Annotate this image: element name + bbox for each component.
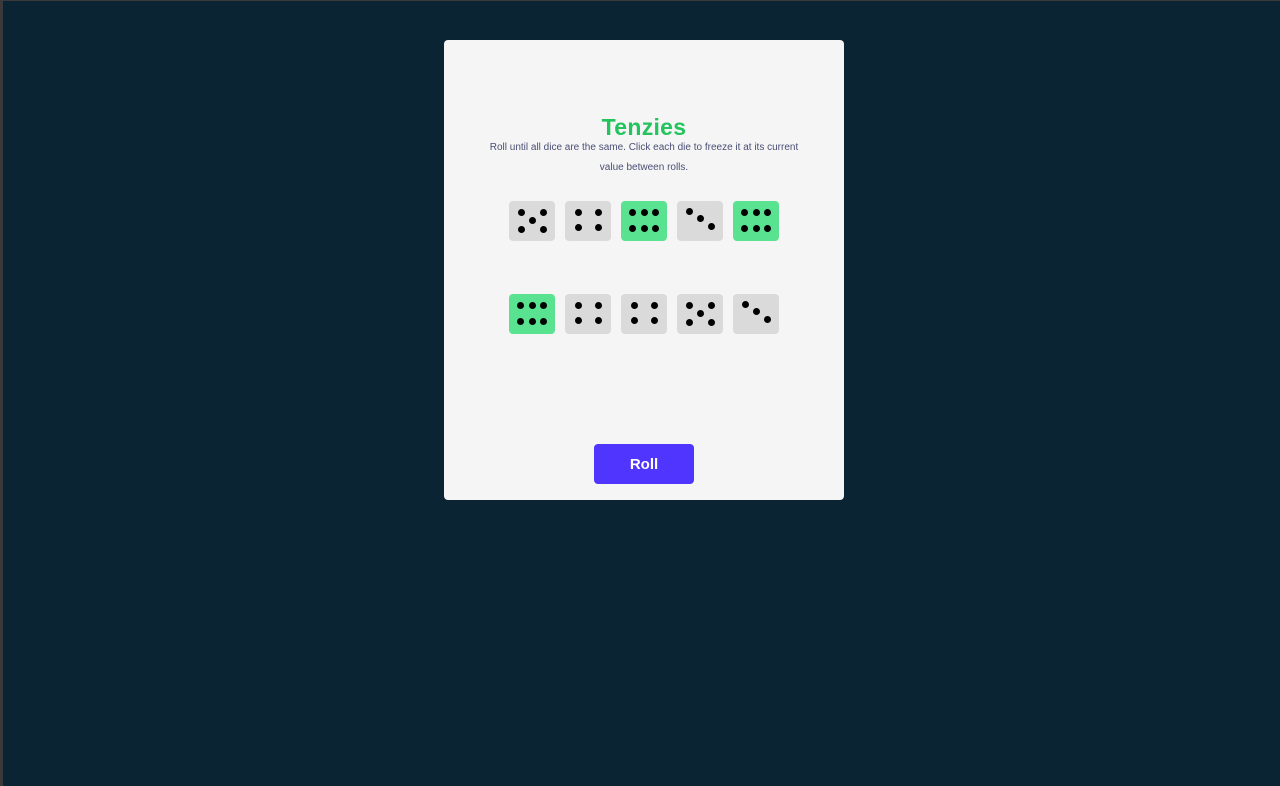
- die-pip: [517, 318, 524, 325]
- die-pip: [540, 302, 547, 309]
- die-pip: [764, 225, 771, 232]
- die-4[interactable]: [677, 201, 723, 241]
- game-instructions: Roll until all dice are the same. Click …: [489, 142, 799, 173]
- die-pip: [697, 310, 704, 317]
- die-pip: [629, 209, 636, 216]
- die-pip: [540, 226, 547, 233]
- die-pip: [529, 217, 536, 224]
- die-pip: [764, 209, 771, 216]
- die-pip: [575, 302, 582, 309]
- die-pip: [686, 319, 693, 326]
- die-pip: [753, 308, 760, 315]
- die-pip: [652, 225, 659, 232]
- die-pip: [575, 317, 582, 324]
- die-pip: [651, 317, 658, 324]
- die-pip: [640, 225, 648, 232]
- die-pip: [752, 225, 760, 232]
- tenzies-card: Tenzies Roll until all dice are the same…: [444, 40, 844, 500]
- die-9[interactable]: [677, 294, 723, 334]
- die-pip: [686, 302, 693, 309]
- die-pip: [595, 209, 602, 216]
- die-pip: [629, 225, 636, 232]
- die-pip: [575, 209, 582, 216]
- die-pip: [631, 302, 638, 309]
- die-pip: [651, 302, 658, 309]
- window-left-edge: [0, 0, 3, 786]
- die-pip: [742, 301, 749, 308]
- die-pip: [764, 316, 771, 323]
- die-pip: [708, 319, 715, 326]
- die-pip: [540, 209, 547, 216]
- die-pip: [540, 318, 547, 325]
- dice-grid: [509, 201, 779, 334]
- game-title: Tenzies: [601, 114, 687, 140]
- die-pip: [528, 318, 536, 325]
- die-6[interactable]: [509, 294, 555, 334]
- die-pip: [752, 209, 760, 216]
- die-7[interactable]: [565, 294, 611, 334]
- die-pip: [575, 224, 582, 231]
- roll-button[interactable]: Roll: [594, 444, 694, 484]
- die-pip: [595, 224, 602, 231]
- die-2[interactable]: [565, 201, 611, 241]
- die-pip: [686, 208, 693, 215]
- window-top-edge: [0, 0, 1280, 1]
- die-pip: [518, 226, 525, 233]
- die-pip: [595, 317, 602, 324]
- die-pip: [640, 209, 648, 216]
- die-8[interactable]: [621, 294, 667, 334]
- die-5[interactable]: [733, 201, 779, 241]
- die-pip: [741, 225, 748, 232]
- die-pip: [652, 209, 659, 216]
- die-pip: [595, 302, 602, 309]
- die-pip: [708, 302, 715, 309]
- die-10[interactable]: [733, 294, 779, 334]
- die-pip: [518, 209, 525, 216]
- die-pip: [708, 223, 715, 230]
- die-1[interactable]: [509, 201, 555, 241]
- die-pip: [528, 302, 536, 309]
- die-pip: [741, 209, 748, 216]
- die-pip: [517, 302, 524, 309]
- die-pip: [697, 215, 704, 222]
- die-3[interactable]: [621, 201, 667, 241]
- die-pip: [631, 317, 638, 324]
